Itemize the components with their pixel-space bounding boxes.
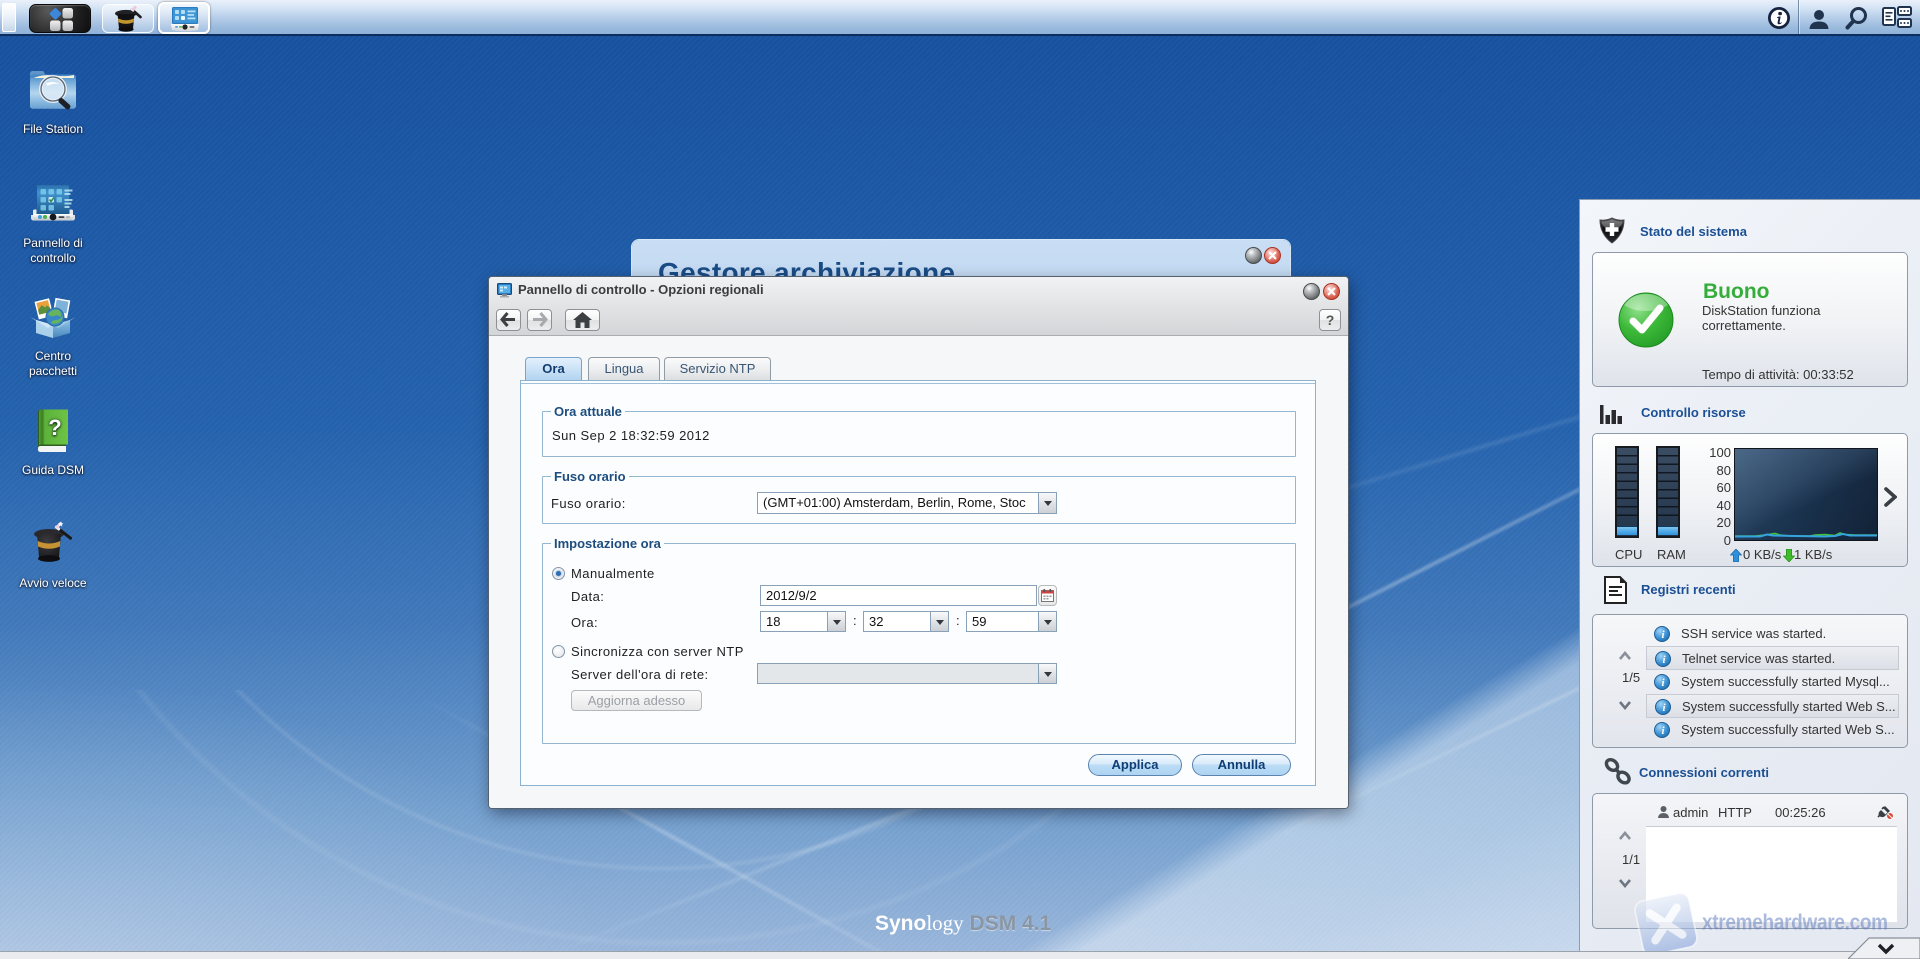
svg-text:?: ? — [48, 415, 61, 440]
